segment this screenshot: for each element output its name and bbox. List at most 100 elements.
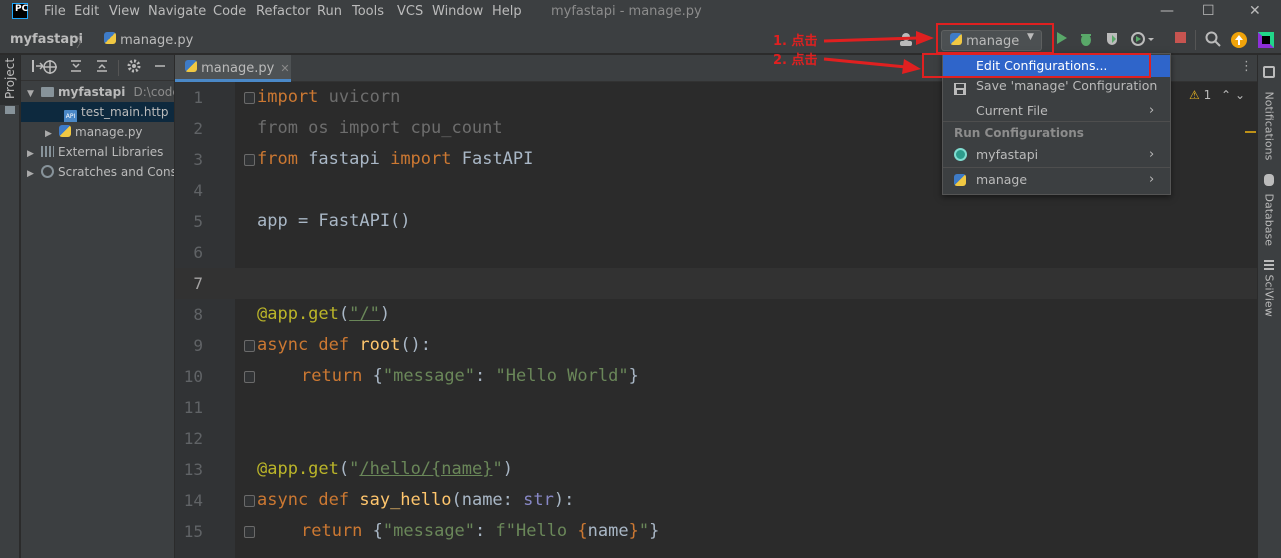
menu-vcs[interactable]: VCS	[397, 4, 423, 19]
annotation-step-2: 2. 点击	[773, 53, 818, 68]
breadcrumb-separator: 〉	[76, 36, 90, 51]
tree-item-label: myfastapi	[58, 85, 126, 99]
code-line-15: return {"message": f"Hello {name}"}	[301, 521, 660, 541]
chevron-right-icon: ›	[1149, 147, 1155, 162]
search-icon[interactable]	[1205, 31, 1221, 51]
line-number: 5	[193, 212, 203, 231]
fold-marker-icon[interactable]	[244, 340, 255, 352]
close-tab-icon[interactable]: ✕	[280, 62, 289, 75]
fold-marker-icon[interactable]	[244, 154, 255, 166]
menu-refactor[interactable]: Refactor	[256, 4, 311, 19]
fold-marker-icon[interactable]	[244, 92, 255, 104]
menu-run[interactable]: Run	[317, 4, 342, 19]
line-number: 11	[183, 398, 203, 417]
menu-view[interactable]: View	[109, 4, 140, 19]
tree-item-label: External Libraries	[58, 145, 164, 159]
run-icon[interactable]	[1055, 31, 1069, 49]
database-toolwindow-tab[interactable]: Database	[1263, 194, 1276, 247]
jetbrains-icon[interactable]	[1257, 31, 1275, 53]
menu-navigate[interactable]: Navigate	[148, 4, 206, 19]
menu-window[interactable]: Window	[432, 4, 483, 19]
update-icon[interactable]	[1230, 31, 1248, 53]
hide-panel-icon[interactable]	[153, 59, 167, 77]
run-configurations-header: Run Configurations	[954, 126, 1084, 140]
project-toolwindow-label: Project	[3, 57, 17, 99]
breadcrumb-file[interactable]: manage.py	[104, 32, 193, 48]
collapse-all-icon[interactable]	[95, 59, 109, 77]
fold-marker-icon[interactable]	[244, 526, 255, 538]
line-number: 8	[193, 305, 203, 324]
notifications-toolwindow-tab[interactable]: Notifications	[1263, 92, 1276, 161]
fold-marker-icon[interactable]	[244, 495, 255, 507]
code-line-10: return {"message": "Hello World"}	[301, 366, 639, 386]
annotation-arrows	[823, 31, 934, 74]
tree-item-scratches[interactable]: ▶ Scratches and Cons	[21, 162, 174, 182]
fastapi-icon	[954, 148, 967, 161]
warning-stripe-marker[interactable]	[1245, 131, 1256, 133]
close-button[interactable]: ✕	[1249, 3, 1261, 19]
save-configuration-item[interactable]: Save 'manage' Configuration	[943, 75, 1170, 97]
toolbar-divider	[118, 60, 119, 76]
http-file-icon: API	[64, 110, 77, 122]
menu-item-label: Current File	[976, 103, 1048, 118]
code-line-8: @app.get("/")	[257, 304, 391, 324]
tab-label: manage.py	[201, 61, 275, 76]
database-icon	[1264, 174, 1274, 186]
line-number: 15	[183, 522, 203, 541]
maximize-button[interactable]: ☐	[1202, 3, 1215, 19]
debug-icon[interactable]	[1078, 31, 1094, 51]
menu-code[interactable]: Code	[213, 4, 246, 19]
tab-manage-py[interactable]: manage.py ✕	[175, 55, 291, 82]
gear-icon[interactable]	[127, 59, 141, 77]
tree-item-test-main-http[interactable]: API test_main.http	[21, 102, 174, 122]
breadcrumb-project[interactable]: myfastapi	[10, 32, 83, 47]
line-number: 14	[183, 491, 203, 510]
library-icon	[41, 146, 54, 157]
scratches-icon	[41, 165, 54, 178]
tree-item-label: test_main.http	[81, 105, 169, 119]
locate-icon[interactable]	[42, 59, 58, 79]
menu-help[interactable]: Help	[492, 4, 522, 19]
tree-item-root[interactable]: ▼ myfastapi D:\code	[21, 82, 174, 102]
save-icon	[954, 80, 966, 95]
current-file-item[interactable]: Current File ›	[943, 100, 1170, 122]
run-config-manage-item[interactable]: manage ›	[943, 169, 1170, 191]
line-number: 2	[193, 119, 203, 138]
code-line-13: @app.get("/hello/{name}")	[257, 459, 513, 479]
chevron-right-icon: ▶	[27, 149, 34, 159]
current-line-highlight	[175, 268, 1257, 299]
expand-all-icon[interactable]	[69, 59, 83, 77]
fold-marker-icon[interactable]	[244, 371, 255, 383]
tree-item-label: Scratches and Cons	[58, 165, 174, 179]
menu-separator	[943, 121, 1170, 122]
line-number: 10	[183, 367, 203, 386]
annotation-box-run-config	[936, 23, 1054, 54]
code-line-14: async def say_hello(name: str):	[257, 490, 575, 510]
tree-item-path-hint: D:\code	[133, 85, 174, 99]
stop-icon[interactable]	[1174, 31, 1188, 49]
chevron-down-icon: ▼	[27, 89, 34, 99]
code-line-9: async def root():	[257, 335, 432, 355]
more-tabs-icon[interactable]: ⋮	[1240, 59, 1253, 74]
coverage-icon[interactable]	[1104, 31, 1120, 51]
left-toolwindow-bar	[0, 55, 20, 558]
pycharm-logo-icon: PC	[12, 3, 28, 19]
menu-file[interactable]: File	[44, 4, 66, 19]
warning-count: 1	[1203, 88, 1212, 102]
sciview-toolwindow-tab[interactable]: SciView	[1263, 275, 1276, 317]
run-config-myfastapi-item[interactable]: myfastapi ›	[943, 144, 1170, 166]
annotation-box-edit-configurations	[922, 53, 1151, 78]
tree-item-external-libraries[interactable]: ▶ External Libraries	[21, 142, 174, 162]
minimize-button[interactable]: —	[1160, 3, 1174, 19]
python-file-icon	[185, 60, 197, 72]
line-number: 7	[193, 274, 203, 293]
line-number: 1	[193, 88, 203, 107]
menu-edit[interactable]: Edit	[74, 4, 99, 19]
tree-item-manage-py[interactable]: ▶ manage.py	[21, 122, 174, 142]
profile-icon[interactable]	[1130, 31, 1156, 51]
menu-item-label: Save 'manage' Configuration	[976, 78, 1158, 93]
code-line-1: import uvicorn	[257, 87, 401, 107]
menu-tools[interactable]: Tools	[352, 4, 384, 19]
code-line-5: app = FastAPI()	[257, 211, 411, 231]
inspection-widget[interactable]: ⚠ 1 ⌃ ⌄	[1189, 88, 1245, 102]
